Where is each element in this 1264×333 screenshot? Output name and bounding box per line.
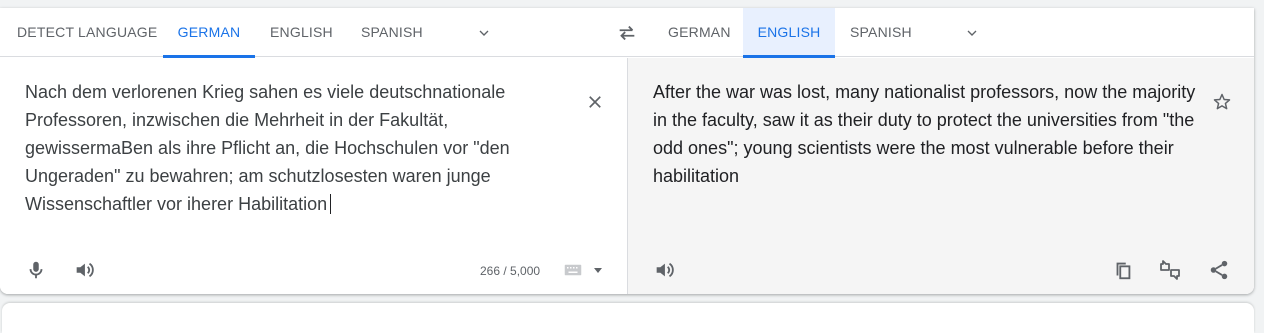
clear-source-button[interactable]: [583, 90, 607, 114]
translation-output: After the war was lost, many nationalist…: [653, 82, 1196, 186]
source-textarea[interactable]: Nach dem verlorenen Krieg sahen es viele…: [25, 78, 525, 218]
secondary-card: [2, 303, 1254, 333]
input-tools-button[interactable]: [562, 261, 584, 279]
tab-target-spanish[interactable]: SPANISH: [850, 8, 912, 57]
star-icon: [1213, 93, 1231, 110]
copy-translation-button[interactable]: [1109, 256, 1137, 284]
target-more-languages-button[interactable]: [958, 21, 986, 45]
tab-label: DETECT LANGUAGE: [17, 24, 158, 40]
tab-label: SPANISH: [361, 24, 423, 40]
share-icon: [1210, 260, 1228, 280]
target-pane: After the war was lost, many nationalist…: [627, 58, 1254, 294]
language-bar: DETECT LANGUAGE GERMAN ENGLISH SPANISH G…: [0, 8, 1254, 58]
tab-source-english[interactable]: ENGLISH: [270, 8, 333, 57]
character-count: 266 / 5,000: [480, 264, 541, 278]
text-caret: [330, 194, 332, 214]
source-more-languages-button[interactable]: [470, 21, 498, 45]
dropdown-arrow-icon: [594, 268, 602, 273]
input-tools-dropdown[interactable]: [590, 262, 606, 278]
voice-input-button[interactable]: [22, 256, 50, 284]
tab-label: SPANISH: [850, 24, 912, 40]
rate-translation-button[interactable]: [1156, 256, 1184, 284]
feedback-icon: [1160, 260, 1180, 280]
tab-label: ENGLISH: [270, 24, 333, 40]
swap-icon: [619, 25, 635, 41]
tab-source-spanish[interactable]: SPANISH: [361, 8, 423, 57]
speaker-icon: [656, 262, 674, 278]
translate-card: DETECT LANGUAGE GERMAN ENGLISH SPANISH G…: [0, 8, 1254, 294]
close-icon: [589, 96, 601, 108]
speaker-icon: [76, 262, 94, 278]
tab-target-english[interactable]: ENGLISH: [743, 8, 835, 58]
copy-icon: [1116, 262, 1131, 280]
source-text: Nach dem verlorenen Krieg sahen es viele…: [25, 82, 510, 214]
share-translation-button[interactable]: [1205, 256, 1233, 284]
chevron-down-icon: [479, 30, 489, 36]
tab-target-german[interactable]: GERMAN: [668, 8, 731, 57]
save-translation-button[interactable]: [1210, 90, 1234, 114]
tab-source-detect-language[interactable]: DETECT LANGUAGE: [17, 8, 157, 57]
chevron-down-icon: [967, 30, 977, 36]
tab-label: ENGLISH: [757, 24, 821, 40]
tab-source-german[interactable]: GERMAN: [163, 8, 255, 58]
keyboard-icon: [564, 264, 582, 276]
mic-icon: [29, 261, 43, 279]
tab-label: GERMAN: [177, 24, 241, 40]
tab-label: GERMAN: [668, 24, 731, 40]
listen-translation-button[interactable]: [650, 256, 678, 284]
listen-source-button[interactable]: [70, 256, 98, 284]
source-pane: Nach dem verlorenen Krieg sahen es viele…: [0, 58, 627, 294]
swap-languages-button[interactable]: [612, 20, 642, 46]
